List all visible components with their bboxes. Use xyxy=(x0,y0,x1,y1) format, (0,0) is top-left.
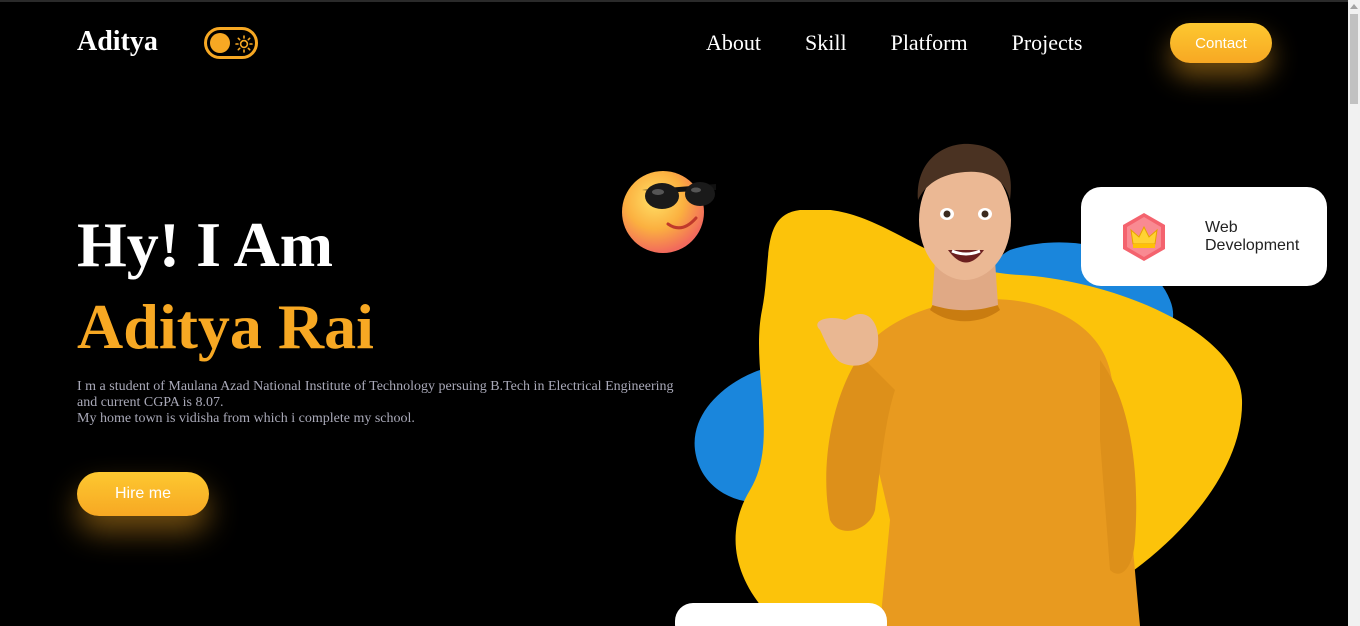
nav-projects[interactable]: Projects xyxy=(1012,30,1083,56)
scroll-thumb[interactable] xyxy=(1350,14,1358,104)
theme-toggle[interactable] xyxy=(204,27,258,59)
contact-button[interactable]: Contact xyxy=(1170,23,1272,63)
main-nav: About Skill Platform Projects xyxy=(706,30,1126,56)
web-development-card: Web Development xyxy=(1081,187,1327,286)
sun-icon xyxy=(235,35,253,53)
nav-skill[interactable]: Skill xyxy=(805,30,847,56)
web-development-label: Web Development xyxy=(1205,219,1300,254)
logo[interactable]: Aditya xyxy=(77,26,158,58)
window-top-border xyxy=(0,0,1360,2)
page-scrollbar[interactable] xyxy=(1348,0,1360,626)
hero-description: I m a student of Maulana Azad National I… xyxy=(77,379,687,427)
hire-me-button[interactable]: Hire me xyxy=(77,472,209,516)
crown-icon xyxy=(1123,213,1165,261)
nav-platform[interactable]: Platform xyxy=(891,30,968,56)
bottom-card xyxy=(675,603,887,626)
nav-about[interactable]: About xyxy=(706,30,761,56)
hero-description-line: I m a student of Maulana Azad National I… xyxy=(77,379,674,394)
hero-description-line: and current CGPA is 8.07. xyxy=(77,395,224,410)
hero-description-line: My home town is vidisha from which i com… xyxy=(77,411,415,426)
toggle-knob xyxy=(210,33,230,53)
scroll-up-arrow-icon[interactable] xyxy=(1350,4,1358,9)
hero-name: Aditya Rai xyxy=(77,291,374,362)
hero-greeting: Hy! I Am xyxy=(77,209,333,280)
